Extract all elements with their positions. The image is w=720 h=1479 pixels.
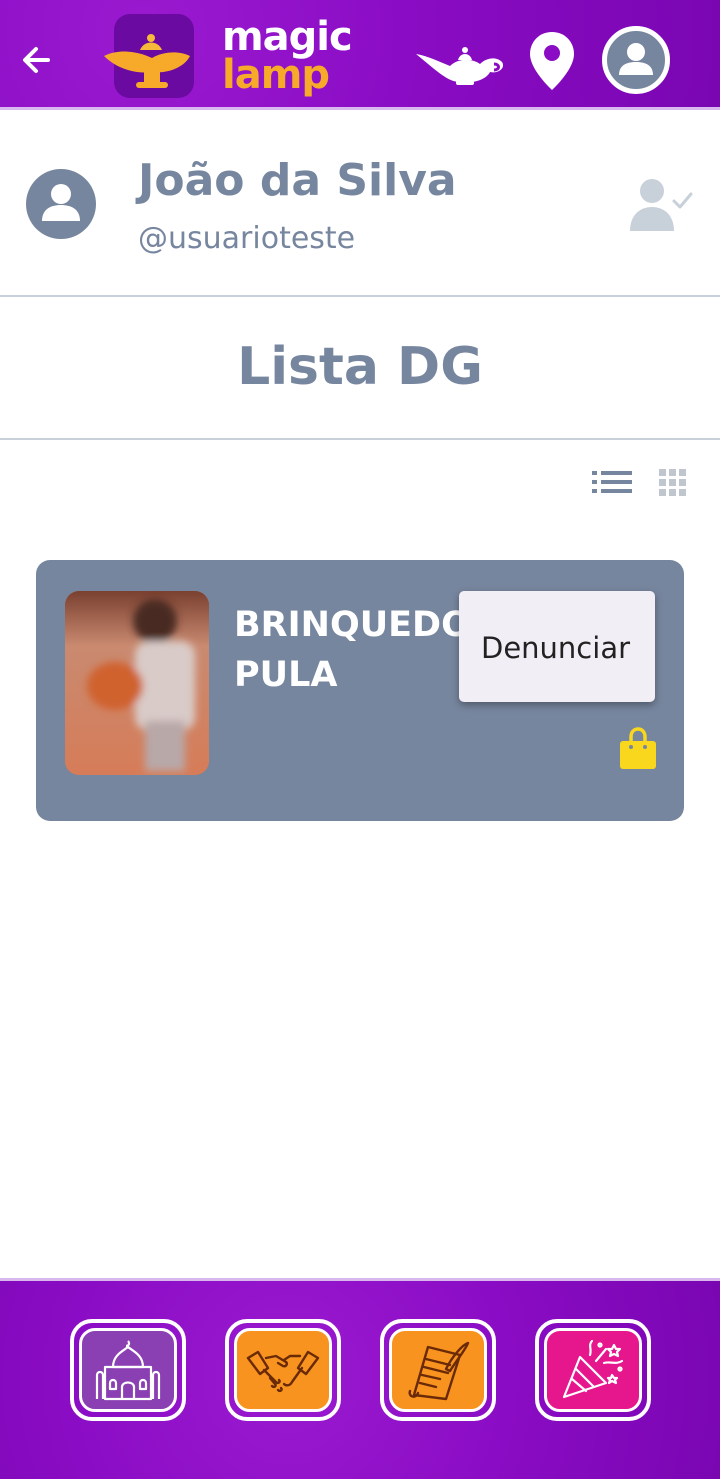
arrow-left-icon [23, 47, 50, 73]
app-header: magic lamp [0, 0, 720, 110]
bottom-navigation [0, 1278, 720, 1479]
nav-deals-button[interactable] [225, 1319, 341, 1421]
user-avatar-icon [619, 43, 653, 75]
app-logo[interactable]: magic lamp [100, 10, 360, 102]
profile-username: @usuarioteste [138, 221, 356, 256]
list-title: Lista DG [237, 337, 483, 397]
nav-events-button[interactable] [535, 1319, 651, 1421]
nav-lists-button[interactable] [380, 1319, 496, 1421]
logo-lamp-icon [104, 14, 194, 98]
nav-home-button[interactable] [70, 1319, 186, 1421]
product-photo-image [65, 591, 209, 775]
app-screen: magic lamp João da Silva @usuarioteste L… [0, 0, 720, 1479]
list-view-icon[interactable] [590, 466, 634, 498]
profile-avatar[interactable] [26, 169, 96, 239]
profile-name: João da Silva [138, 155, 457, 206]
list-item-card[interactable]: BRINQUEDO PULA Denunciar [36, 560, 684, 821]
profile-section: João da Silva @usuarioteste [0, 113, 720, 297]
logo-word-lamp: lamp [222, 52, 330, 98]
user-check-icon[interactable] [628, 175, 694, 233]
user-avatar-icon [42, 184, 80, 221]
product-photo[interactable] [65, 591, 209, 775]
context-menu: Denunciar [459, 591, 655, 702]
map-pin-icon[interactable] [528, 30, 576, 92]
item-title: BRINQUEDO PULA [234, 605, 471, 695]
back-button[interactable] [18, 40, 58, 80]
logo-word-magic: magic [222, 14, 353, 60]
grid-view-icon[interactable] [656, 466, 688, 498]
scroll-quill-icon [408, 1341, 470, 1401]
logo-text: magic lamp [222, 14, 353, 98]
account-button[interactable] [602, 26, 670, 94]
magic-lamp-icon[interactable] [414, 32, 506, 88]
report-menu-item[interactable]: Denunciar [481, 631, 630, 665]
list-header: Lista DG [0, 297, 720, 440]
handshake-icon [246, 1350, 320, 1393]
palace-icon [95, 1340, 161, 1401]
party-popper-icon [562, 1339, 624, 1399]
shopping-bag-icon[interactable] [618, 727, 658, 771]
